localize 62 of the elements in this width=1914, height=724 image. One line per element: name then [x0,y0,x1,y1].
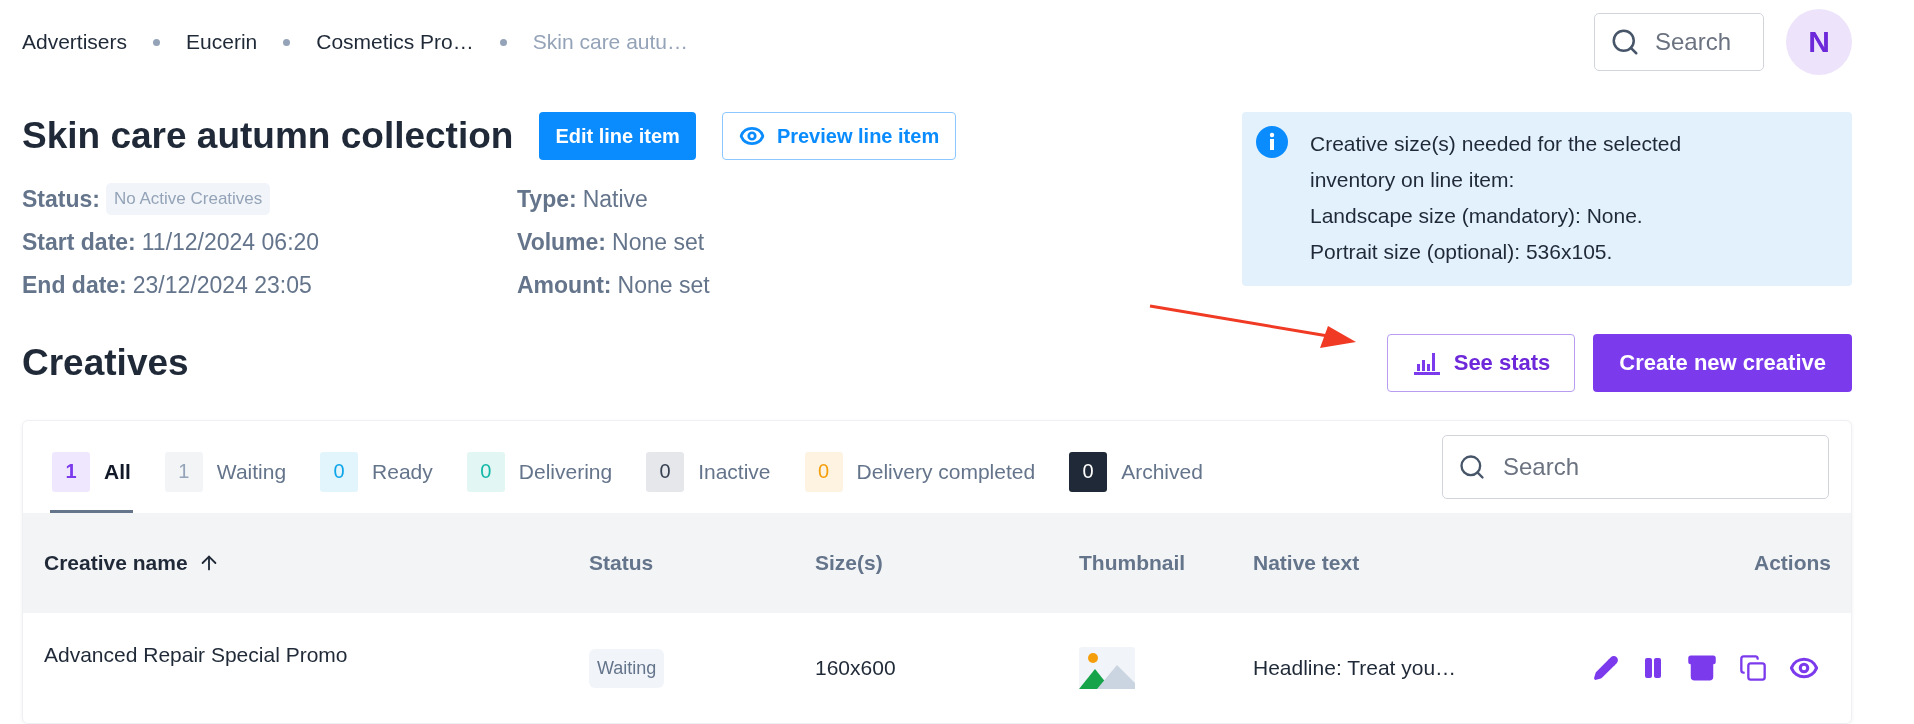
detail-value: 11/12/2024 06:20 [141,228,320,256]
column-header: Actions [1531,513,1851,613]
column-header: Thumbnail [1058,513,1232,613]
column-header: Size(s) [794,513,1058,613]
column-header[interactable]: Creative name [23,513,568,613]
detail-label: Volume: [517,228,607,256]
detail-value: None set [617,271,710,299]
status-badge: Waiting [589,648,665,688]
search-icon [1610,27,1640,57]
detail-label: Start date: [22,228,136,256]
edit-line-item-button[interactable]: Edit line item [539,112,696,160]
detail-value: Native [582,185,648,213]
status-badge: No Active Creatives [105,183,271,215]
breadcrumb-link[interactable]: Cosmetics Pro… [316,30,474,54]
separator-dot [499,38,507,46]
edit-button[interactable] [1593,655,1619,681]
info-text: inventory on line item: [1310,167,1516,193]
detail-label: Type: [517,185,577,213]
count-badge: 0 [646,451,685,492]
separator-dot [283,38,291,46]
detail-value: None set [612,228,705,256]
info-text: Landscape size (mandatory): None. [1310,203,1644,229]
user-avatar[interactable]: N [1786,9,1852,75]
count-badge: 0 [466,451,505,492]
separator-dot [153,38,161,46]
count-badge: 1 [52,451,90,492]
filter-tab[interactable]: 1 Waiting [162,433,289,513]
detail-label: Status: [22,185,100,213]
detail-label: End date: [22,271,127,299]
section-heading: Creatives [22,342,189,384]
count-badge: 1 [164,451,203,492]
filter-tab[interactable]: 0 Ready [318,433,435,513]
info-text: Portrait size (optional): 536x105. [1310,239,1614,265]
search-field[interactable]: Search [1594,13,1764,71]
info-text: Creative size(s) needed for the selected [1310,131,1682,157]
detail-label: Amount: [517,271,612,299]
count-badge: 0 [1069,451,1108,492]
table-cell-text: Advanced Repair Special Promo [43,642,349,668]
bar-chart-icon [1411,350,1442,376]
see-stats-button[interactable]: See stats [1386,334,1576,392]
column-header: Native text [1232,513,1531,613]
page-title: Skin care autumn collection [22,115,514,157]
info-icon [1256,126,1288,158]
search-icon [1458,453,1486,481]
filter-tab[interactable]: 0 Delivering [464,433,615,513]
table-cell-text: Headline: Treat you… [1252,655,1458,681]
filter-tab[interactable]: 0 Delivery completed [802,433,1038,513]
search-field[interactable]: Search [1442,435,1829,499]
copy-button[interactable] [1739,654,1767,682]
archive-button[interactable] [1687,653,1717,683]
filter-tab[interactable]: 0 Inactive [644,433,773,513]
table-cell-text: 160x600 [814,655,897,681]
create-creative-button[interactable]: Create new creative [1593,334,1852,392]
column-header: Status [568,513,794,613]
image-thumbnail-icon [1079,647,1135,689]
count-badge: 0 [320,451,359,492]
detail-value: 23/12/2024 23:05 [132,271,312,299]
breadcrumb-link[interactable]: Eucerin [186,30,258,54]
filter-tab[interactable]: 0 Archived [1067,433,1205,513]
breadcrumb-link[interactable]: Advertisers [22,30,128,54]
count-badge: 0 [804,451,843,492]
preview-line-item-button[interactable]: Preview line item [721,112,957,160]
